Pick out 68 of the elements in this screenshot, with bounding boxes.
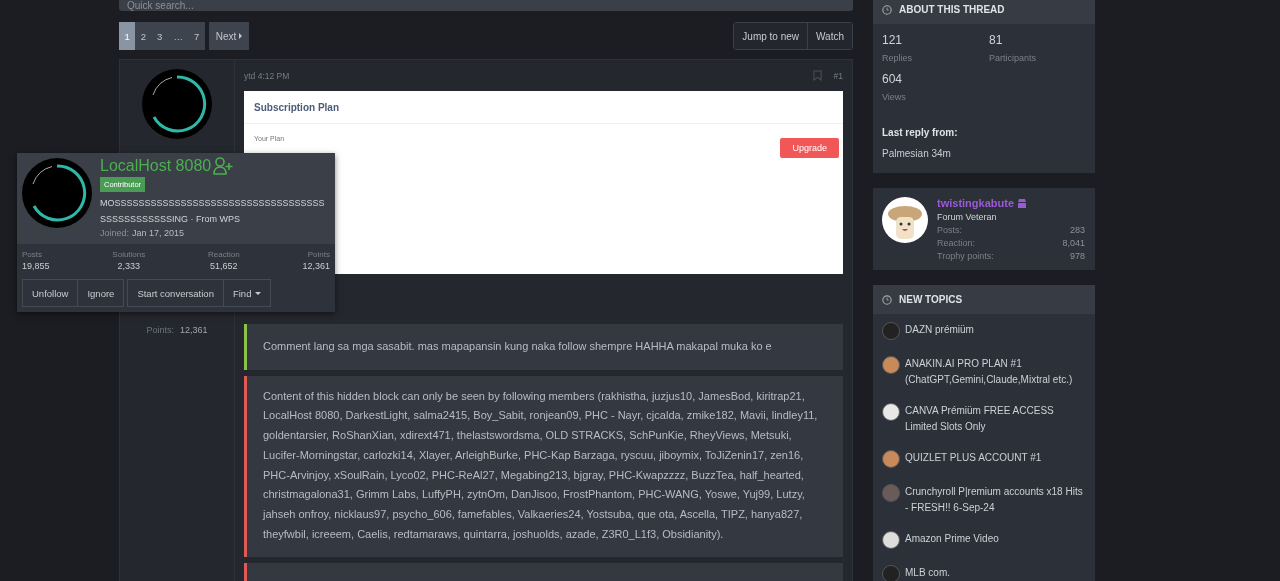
page-link[interactable]: 7 [188,22,205,50]
topic-link[interactable]: QUIZLET PLUS ACCOUNT #1 [905,450,1042,468]
page-link[interactable]: … [167,22,189,50]
stat-value: 283 [1069,225,1085,235]
stat-value: 121 [882,33,904,49]
stat-label: Replies [882,51,913,65]
avatar-icon [882,565,900,581]
follow-user-icon[interactable] [213,157,234,175]
member-action-button[interactable]: Unfollow [22,279,79,307]
stat-value: 2,333 [117,261,141,271]
plan-title: Subscription Plan [244,91,843,124]
stat-label: Reaction [208,250,240,259]
thread-action-button[interactable]: Watch [808,23,852,49]
avatar-icon [882,403,900,421]
avatar-drawing [142,69,212,139]
topic-link[interactable]: ANAKIN.AI PRO PLAN #1 (ChatGPT,Gemini,Claude,Mixtral etc.) [905,356,1086,387]
clock-icon [882,4,892,15]
stat-label: Participants [989,51,1038,65]
member-action-button[interactable]: Ignore [77,279,125,307]
stat-value: 51,652 [210,261,238,271]
mushroom-avatar-icon [882,197,928,243]
badge-icon [1017,197,1027,209]
block-text: Content of this hidden block can only be seen by following members (rakhistha, juzjus10, JamesBod, kiritrap21, LocalHost 8080, DarkestLight, salma2415, Boy_Sabit, ronjean09, PHC - Nayr, cjcalda, zmike182, Mavii, lindley11, goldentarsier, RoShanXian, xdirext471, thelastswordsma, OLD STRACKS, SchPunKie, RheyViews, Metsuki, Lucifer-Morningstar, carlozki14, Xlayer, ArleighBurke, PHC-Kap Barzaga, ryscuu, jiboymix, ToJiZenin17, zen16, PHC-Arvinjoy, xSoulRain, Lyco02, PHC-ReAl27, Megabing213, bjgray, PHC-Kwapzzzz, BuzzTea, half_hearted, christmagalona31, Grimm Labs, LuffyPH, zytnOm, DanJisoo, FrostPhantom, PHC-WANG, Yoswe, Yuj99, Lutzy, jahseh onfroy, nicklaus97, psycho_606, famefables, Valkaeries24, Yostsuba, que ota, Ascella, TIPZ, hanya827, theyfwbil, icreeem, Caelis, redtamaraws, quintarra, joshuolds, azade, Z3R0_L1f3, Obsidianity). [263,388,819,542]
member-about: MOSSSSSSSSSSSSSSSSSSSSSSSSSSSSSSSSSSSSSSSSSSSSSSSING · From WPS [100,197,326,226]
member-title: Forum Veteran [937,212,998,222]
page-link[interactable]: 2 [135,22,152,50]
stat-value: 604 [882,72,904,88]
block-text: Comment lang sa mga sasabit. mas mapapansin kung naka follow shempre HAHHA makapal muka ko e [263,339,773,354]
next-page-button[interactable]: Next [208,22,250,50]
topic-link[interactable]: DAZN prémiüm [905,322,974,340]
member-action-button[interactable]: Start conversation [127,279,224,307]
avatar-icon [882,356,900,374]
stat-label: Points: [146,325,174,335]
panel-title: NEW TOPICS [899,294,963,305]
clock-icon [882,294,892,305]
avatar-icon [882,531,900,549]
post-time: ytd 4:12 PM [244,70,290,81]
stat-label: Trophy points: [937,251,994,261]
joined-label: Joined: [100,228,130,238]
stat-label: Points [307,250,330,259]
panel-title: ABOUT THIS THREAD [899,2,1005,17]
topic-link[interactable]: CANVA Prémiüm FREE ACCESS Limited Slots Only [905,403,1086,434]
last-reply-label: Last reply from: [882,126,959,140]
stat-value: 12,361 [302,261,330,271]
topic-link[interactable]: Amazon Prime Video [905,531,999,549]
stat-value: 19,855 [22,261,50,271]
avatar-icon [882,322,900,340]
stat-value: 978 [1069,251,1085,261]
stat-label: Views [882,90,907,104]
search-field[interactable]: Quick search... [119,0,853,11]
avatar-drawing [22,158,92,228]
topic-link[interactable]: Crunchyroll P|remium accounts x18 Hits - FRESH!! 6-Sep-24 [905,484,1086,515]
joined-date: Jan 17, 2015 [132,228,185,238]
topic-link[interactable]: MLB com. [905,565,950,581]
stat-value: 8,041 [1062,238,1085,248]
stat-label: Reaction: [937,238,976,248]
stat-label: Posts: [937,225,962,235]
find-menu-button[interactable]: Find [222,279,272,307]
stat-value: 81 [989,33,1004,49]
stat-label: Solutions [112,250,146,259]
avatar-icon [882,450,900,468]
stat-value: 12,361 [180,325,208,335]
avatar-icon [882,484,900,502]
post-number[interactable]: #1 [833,70,843,81]
stat-label: Posts [22,250,43,259]
thread-action-button[interactable]: Jump to new [734,23,809,49]
member-name[interactable]: LocalHost 8080 [100,157,212,175]
last-reply-text: Palmesian 34m [882,146,952,161]
